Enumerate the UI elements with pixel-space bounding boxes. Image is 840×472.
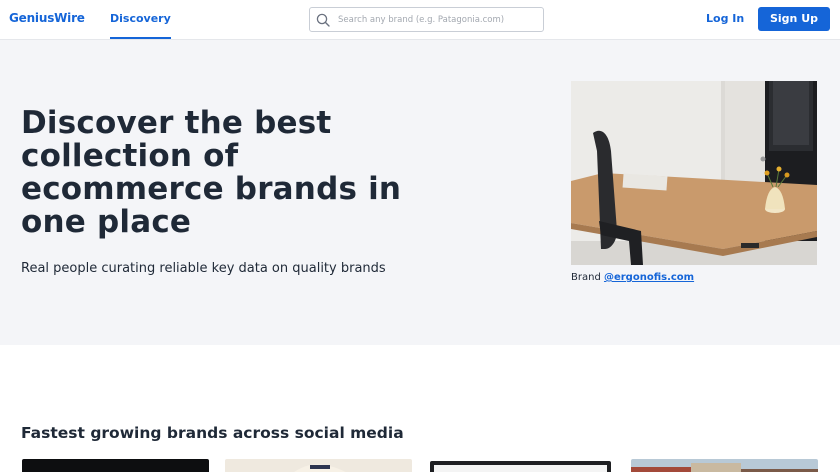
signup-button[interactable]: Sign Up (758, 7, 830, 31)
brand-card-image (428, 459, 615, 472)
search-input[interactable] (338, 11, 538, 28)
login-button[interactable]: Log In (706, 12, 744, 25)
desk-photo (571, 81, 817, 265)
brand-card-image (631, 459, 818, 472)
active-tab-indicator (110, 37, 171, 39)
featured-brand-image[interactable] (571, 81, 817, 265)
top-navigation-bar: GeniusWire Discovery Log In Sign Up (0, 0, 840, 40)
brand-card-image (225, 459, 412, 472)
brand-link[interactable]: @ergonofis.com (604, 272, 694, 283)
brand-card[interactable] (225, 459, 412, 472)
tab-discovery-label: Discovery (110, 12, 171, 25)
image-caption: Brand @ergonofis.com (571, 272, 694, 283)
brand-card[interactable] (631, 459, 818, 472)
section-title: Fastest growing brands across social med… (21, 424, 404, 442)
search-icon (316, 13, 330, 27)
caption-prefix: Brand (571, 272, 604, 283)
hero-section: Discover the best collection of ecommerc… (0, 40, 840, 345)
brand-card[interactable] (22, 459, 209, 472)
search-box[interactable] (309, 7, 544, 32)
brand-card[interactable] (428, 459, 615, 472)
tab-discovery[interactable]: Discovery (110, 0, 171, 40)
hero-title: Discover the best collection of ecommerc… (21, 105, 402, 240)
hero-subtitle: Real people curating reliable key data o… (21, 261, 386, 276)
logo[interactable]: GeniusWire (9, 11, 85, 25)
